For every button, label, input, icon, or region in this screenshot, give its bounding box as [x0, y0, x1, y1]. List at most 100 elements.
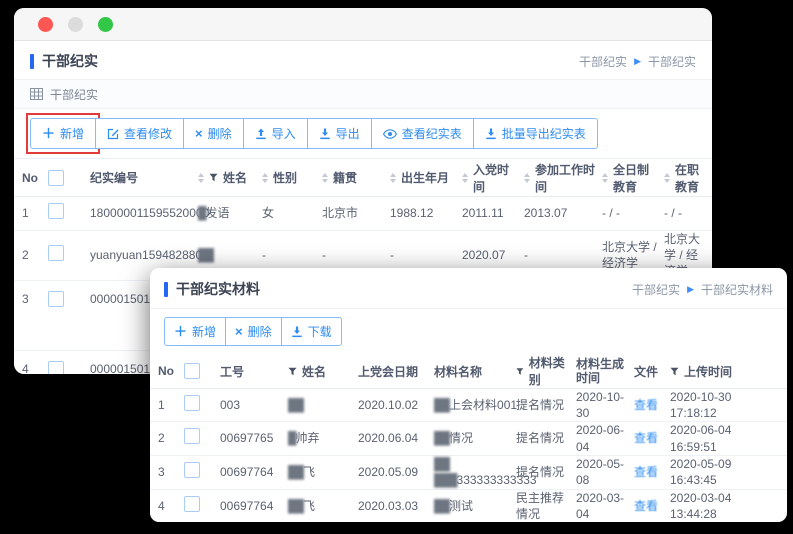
breadcrumb-current: 干部纪实材料	[701, 281, 773, 298]
row-checkbox[interactable]	[184, 496, 200, 512]
sort-icon[interactable]	[322, 173, 328, 183]
breadcrumb-parent[interactable]: 干部纪实	[632, 281, 680, 298]
section-header: 干部纪实材料 干部纪实 ▶ 干部纪实材料	[150, 268, 787, 309]
table-row: 1 003 ██ 2020.10.02 ██上会材料001 提名情况 2020-…	[150, 389, 787, 422]
eye-icon	[383, 129, 397, 139]
col-generated-time: 材料生成时间	[576, 357, 634, 386]
table-header-row: No 纪实编号 姓名 性别 籍贯 出生年月 入党时间 参加工	[14, 159, 712, 197]
x-icon: ×	[195, 127, 203, 140]
page-title-text: 干部纪实	[42, 51, 98, 71]
col-native-place[interactable]: 籍贯	[322, 169, 390, 186]
material-name: ██情况	[434, 430, 516, 446]
select-all-checkbox[interactable]	[184, 363, 200, 379]
edit-icon	[107, 128, 119, 140]
row-checkbox[interactable]	[184, 428, 200, 444]
filter-icon[interactable]	[288, 367, 297, 376]
table-row: 4 00697764 ██飞 2020.03.03 ██测试 民主推荐情况 20…	[150, 490, 787, 522]
title-accent-bar	[30, 54, 34, 69]
x-icon: ×	[235, 325, 243, 338]
page-title: 干部纪实	[30, 51, 98, 71]
view-edit-button[interactable]: 查看修改	[95, 118, 184, 149]
table-row: 2 00697765 █帅弃 2020.06.04 ██情况 提名情况 2020…	[150, 422, 787, 455]
panel-title-text: 干部纪实材料	[176, 279, 260, 299]
view-file-link[interactable]: 查看	[634, 465, 658, 479]
filter-icon[interactable]	[209, 173, 218, 182]
view-file-link[interactable]: 查看	[634, 499, 658, 513]
download-icon	[291, 326, 303, 338]
sort-icon[interactable]	[198, 173, 204, 183]
record-id: yuanyuan1594828800	[90, 247, 198, 263]
delete-button[interactable]: × 删除	[183, 118, 244, 149]
col-no: No	[22, 171, 48, 185]
delete-material-button[interactable]: × 删除	[225, 317, 282, 346]
window-titlebar[interactable]	[14, 8, 712, 41]
person-name: ██	[198, 247, 262, 263]
person-name: ██飞	[288, 498, 358, 514]
maximize-window-icon[interactable]	[98, 17, 113, 32]
table-row: 3 00697764 ██飞 2020.05.09 █████333333333…	[150, 456, 787, 490]
person-name: ██飞	[288, 464, 358, 480]
row-checkbox[interactable]	[184, 395, 200, 411]
toolbar: ＋ 新增 查看修改 × 删除 导入 导出	[14, 109, 712, 159]
filter-icon[interactable]	[670, 367, 679, 376]
material-name: ██上会材料001	[434, 397, 516, 413]
download-material-button[interactable]: 下载	[281, 317, 342, 346]
batch-export-sheet-button[interactable]: 批量导出纪实表	[473, 118, 598, 149]
col-record-id: 纪实编号	[90, 169, 198, 186]
row-checkbox[interactable]	[48, 245, 64, 261]
col-file: 文件	[634, 363, 670, 380]
minimize-window-icon[interactable]	[68, 17, 83, 32]
breadcrumb: 干部纪实 ▶ 干部纪实材料	[632, 281, 773, 298]
table-grid-icon	[30, 88, 43, 100]
view-record-sheet-button[interactable]: 查看纪实表	[371, 118, 474, 149]
row-checkbox[interactable]	[48, 291, 64, 307]
toolbar: ＋ 新增 × 删除 下载	[150, 309, 787, 354]
col-material-type[interactable]: 材料类别	[516, 354, 576, 388]
table-header-row: No 工号 姓名 上党会日期 材料名称 材料类别 材料生成时间 文件 上传时间	[150, 354, 787, 389]
view-file-link[interactable]: 查看	[634, 431, 658, 445]
table-row: 1 180000011595520000 █发语 女 北京市 1988.12 2…	[14, 197, 712, 231]
upload-icon	[255, 128, 267, 140]
row-checkbox[interactable]	[48, 361, 64, 374]
person-name: ██	[288, 397, 358, 413]
col-upload-time[interactable]: 上传时间	[670, 363, 787, 380]
col-gender[interactable]: 性别	[262, 169, 322, 186]
col-emp-id: 工号	[220, 363, 288, 380]
add-material-button[interactable]: ＋ 新增	[164, 317, 226, 346]
sort-icon[interactable]	[390, 173, 396, 183]
sort-icon[interactable]	[262, 173, 268, 183]
close-window-icon[interactable]	[38, 17, 53, 32]
sort-icon[interactable]	[524, 173, 530, 183]
row-checkbox[interactable]	[48, 203, 64, 219]
col-meeting-date: 上党会日期	[358, 363, 434, 380]
col-join-work[interactable]: 参加工作时间	[524, 161, 602, 195]
breadcrumb-parent[interactable]: 干部纪实	[579, 53, 627, 70]
add-button[interactable]: ＋ 新增	[30, 118, 96, 149]
sort-icon[interactable]	[602, 173, 608, 183]
sort-icon[interactable]	[664, 173, 670, 183]
col-fulltime-edu[interactable]: 全日制教育	[602, 161, 664, 195]
view-file-link[interactable]: 查看	[634, 398, 658, 412]
title-accent-bar	[164, 282, 168, 297]
section-header: 干部纪实 干部纪实 ▶ 干部纪实	[14, 41, 712, 79]
col-name[interactable]: 姓名	[288, 363, 358, 380]
col-birth-date[interactable]: 出生年月	[390, 169, 462, 186]
import-button[interactable]: 导入	[243, 118, 308, 149]
col-name[interactable]: 姓名	[198, 169, 262, 186]
material-name: ██测试	[434, 498, 516, 514]
material-name: █████333333333333	[434, 456, 516, 488]
col-material-name: 材料名称	[434, 363, 516, 380]
filter-icon[interactable]	[516, 367, 524, 376]
col-join-party[interactable]: 入党时间	[462, 161, 524, 195]
plus-icon: ＋	[42, 127, 55, 140]
cadre-record-materials-panel: 干部纪实材料 干部纪实 ▶ 干部纪实材料 ＋ 新增 × 删除 下载 No 工号	[150, 268, 787, 522]
sort-icon[interactable]	[462, 173, 468, 183]
select-all-checkbox[interactable]	[48, 170, 64, 186]
panel-title: 干部纪实材料	[164, 279, 260, 299]
breadcrumb-current: 干部纪实	[648, 53, 696, 70]
download-icon	[485, 128, 497, 140]
row-checkbox[interactable]	[184, 462, 200, 478]
export-button[interactable]: 导出	[307, 118, 372, 149]
download-icon	[319, 128, 331, 140]
col-onjob-edu[interactable]: 在职教育	[664, 161, 712, 195]
